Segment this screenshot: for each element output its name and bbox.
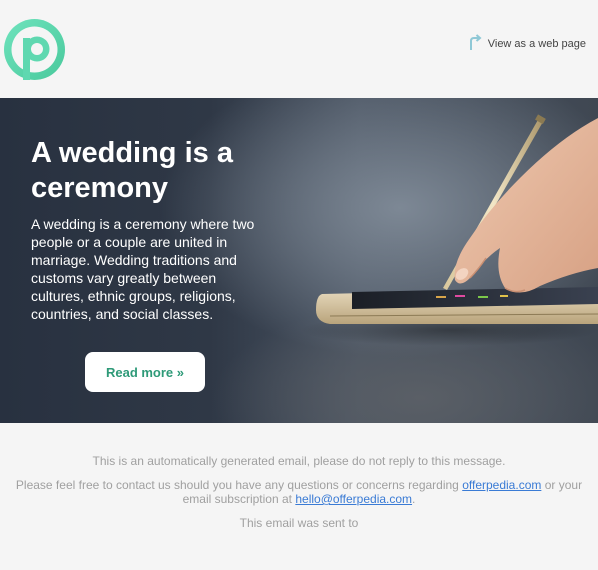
- hero-body-text: A wedding is a ceremony where two people…: [31, 216, 255, 322]
- sent-to-notice: This email was sent to: [239, 516, 359, 530]
- contact-suffix-text: .: [412, 492, 416, 506]
- offerpedia-logo-icon[interactable]: [4, 19, 65, 80]
- hero-title: A wedding is a ceremony: [31, 137, 233, 204]
- view-web-page-label: View as a web page: [487, 38, 586, 50]
- email-header: View as a web page: [0, 0, 598, 98]
- view-web-page-link[interactable]: View as a web page: [468, 34, 586, 50]
- email-footer: This is an automatically generated email…: [0, 423, 598, 530]
- contact-prefix-text: Please feel free to contact us should yo…: [15, 478, 459, 492]
- auto-generated-notice: This is an automatically generated email…: [92, 454, 506, 468]
- hero-banner: A wedding is a ceremony A wedding is a c…: [0, 98, 598, 423]
- read-more-button[interactable]: Read more »: [85, 352, 205, 392]
- redirect-arrow-icon: [469, 34, 482, 50]
- offerpedia-site-link[interactable]: offerpedia.com: [462, 478, 541, 492]
- email-contact-link[interactable]: hello@offerpedia.com: [295, 492, 412, 506]
- contact-notice: Please feel free to contact us should yo…: [0, 478, 598, 506]
